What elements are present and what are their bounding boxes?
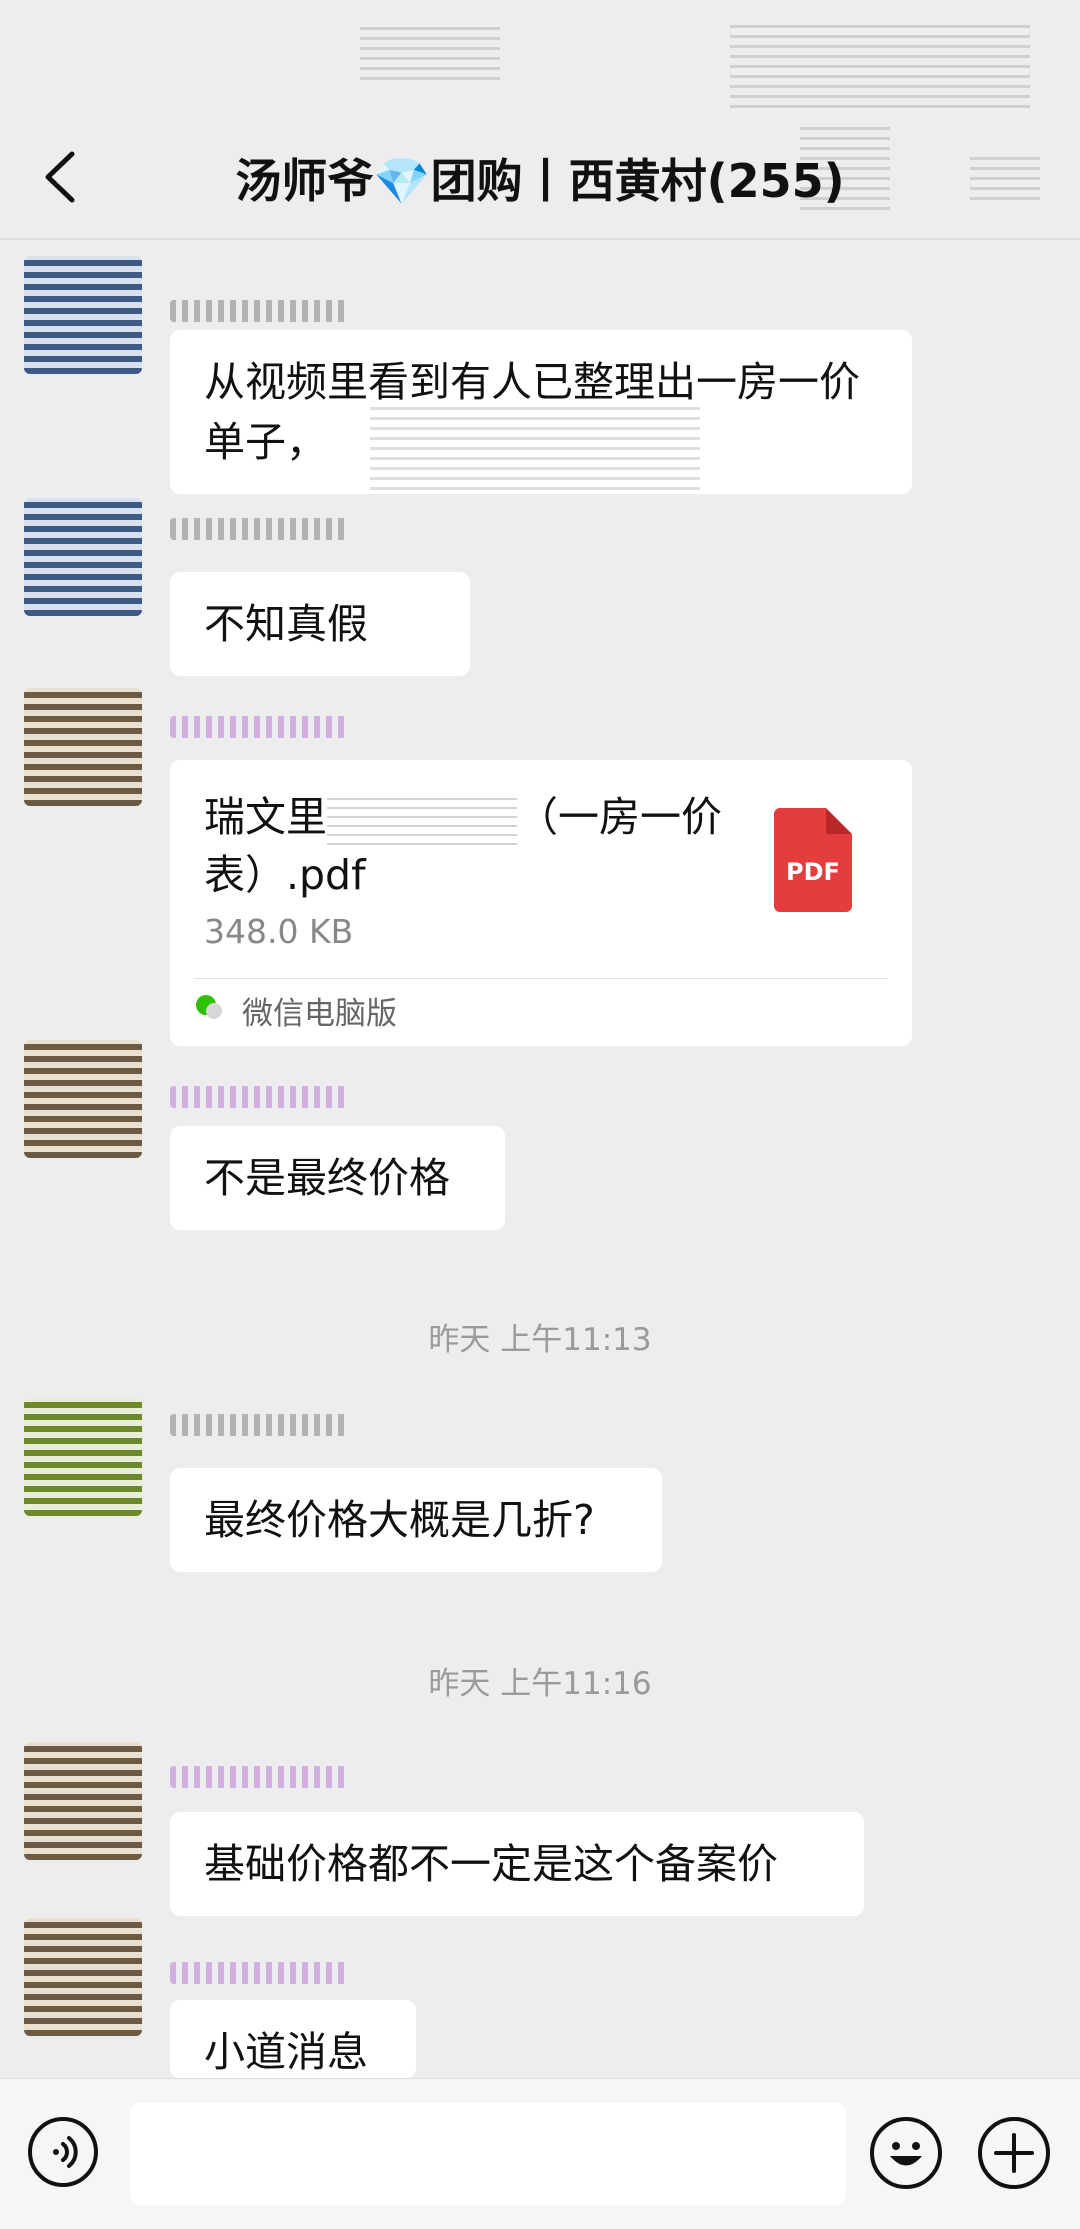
title-prefix: 汤师爷 [235,154,374,208]
message-bubble[interactable]: 不知真假 [170,572,470,676]
sender-nickname [170,1766,350,1788]
sender-nickname [170,1086,350,1108]
sender-nickname [170,518,350,540]
message-text: 小道消息 [204,2028,368,2076]
sender-nickname [170,1414,350,1436]
avatar[interactable] [24,1742,142,1860]
chat-title: 汤师爷💎团购丨西黄村(255) [0,145,1080,211]
avatar[interactable] [24,256,142,374]
pdf-icon: PDF [774,808,852,912]
file-message[interactable]: 瑞文里 （一房一价表）.pdf 348.0 KB PDF 微信电脑版 [170,760,912,1046]
wechat-icon [196,995,222,1019]
avatar[interactable] [24,1040,142,1158]
message-bubble[interactable]: 小道消息 [170,2000,416,2078]
voice-icon[interactable] [28,2117,98,2187]
redacted-text [370,400,700,490]
file-size: 348.0 KB [204,912,354,951]
pdf-icon-label: PDF [786,858,840,886]
avatar[interactable] [24,688,142,806]
sender-nickname [170,1962,350,1984]
file-source: 微信电脑版 [242,996,397,1032]
redacted-text [327,795,517,845]
timestamp: 昨天 上午11:13 [428,1322,652,1358]
message-text: 基础价格都不一定是这个备案价 [204,1840,778,1888]
avatar[interactable] [24,1918,142,2036]
header-divider [0,238,1080,240]
plus-icon[interactable] [978,2117,1050,2189]
gem-icon: 💎 [373,154,431,208]
file-name: 瑞文里 （一房一价表）.pdf [204,788,724,904]
message-bubble[interactable]: 最终价格大概是几折? [170,1468,662,1572]
blurred-status [360,20,500,80]
blurred-status [730,18,1030,108]
file-name-start: 瑞文里 [204,793,327,841]
emoji-icon[interactable] [870,2117,942,2189]
sender-nickname [170,300,350,322]
message-bubble[interactable]: 基础价格都不一定是这个备案价 [170,1812,864,1916]
file-divider [194,978,888,979]
avatar[interactable] [24,1398,142,1516]
input-bar [0,2078,1080,2229]
message-bubble[interactable]: 不是最终价格 [170,1126,505,1230]
timestamp: 昨天 上午11:16 [428,1666,652,1702]
message-input[interactable] [130,2103,846,2205]
message-text: 最终价格大概是几折? [204,1496,595,1544]
message-text: 不知真假 [204,600,368,648]
sender-nickname [170,716,350,738]
avatar[interactable] [24,498,142,616]
title-suffix: 团购丨西黄村(255) [430,154,845,208]
chat-header: 汤师爷💎团购丨西黄村(255) [0,0,1080,240]
message-text: 不是最终价格 [204,1154,450,1202]
